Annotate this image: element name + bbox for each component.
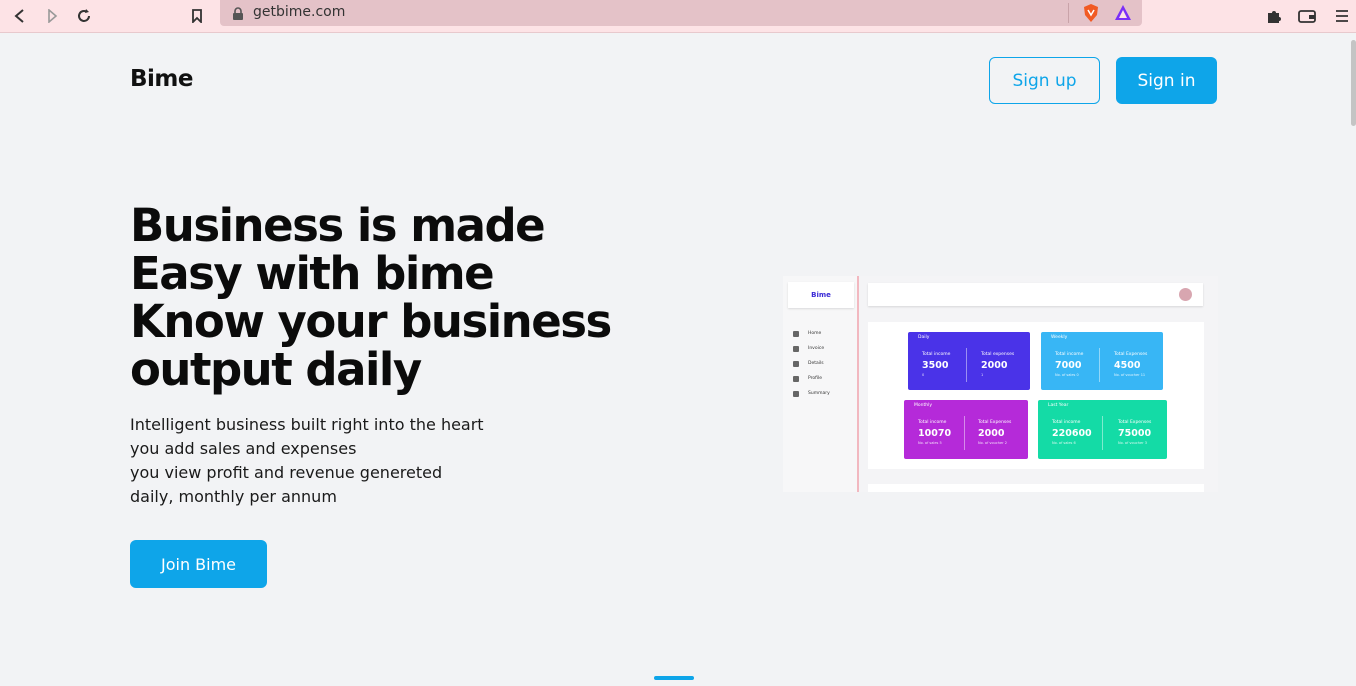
card-value: 4500	[1114, 360, 1141, 371]
lock-icon	[232, 6, 244, 20]
scrollbar[interactable]	[1351, 40, 1356, 126]
card-expenses: Total Expenses 75000 No. of voucher 3	[1118, 420, 1151, 445]
signin-button[interactable]: Sign in	[1116, 57, 1217, 104]
card-income: Total income 220600 No. of sales 6	[1052, 420, 1092, 445]
hero-description-line: you view profit and revenue genereted	[130, 463, 443, 482]
preview-menu-label: Details	[808, 361, 824, 366]
card-label: Total Expenses	[1118, 420, 1152, 425]
avatar	[1179, 288, 1192, 301]
preview-menu-label: Summary	[808, 391, 830, 396]
dashboard-preview-image: Bime Home Invoice Details Profile Summar…	[783, 276, 1218, 492]
reload-icon[interactable]	[72, 4, 96, 28]
card-label: Total income	[1055, 352, 1084, 357]
brave-shield-icon[interactable]	[1082, 3, 1100, 27]
preview-sidebar: Bime Home Invoice Details Profile Summar…	[783, 276, 859, 492]
hero-description-line: daily, monthly per annum	[130, 487, 337, 506]
card-divider	[966, 348, 967, 382]
stat-card-last-year: Last Year Total income 220600 No. of sal…	[1038, 400, 1167, 459]
card-divider	[1102, 416, 1103, 450]
card-title: Weekly	[1051, 335, 1068, 340]
preview-menu-item: Invoice	[793, 341, 830, 356]
card-label: Total Expenses	[1114, 352, 1148, 357]
card-subtext: 1	[981, 373, 984, 377]
card-title: Last Year	[1048, 403, 1069, 408]
preview-menu: Home Invoice Details Profile Summary	[793, 326, 830, 401]
stat-card-weekly: Weekly Total income 7000 No. of sales 0 …	[1041, 332, 1163, 390]
card-subtext: 0	[922, 373, 925, 377]
browser-toolbar: getbime.com	[0, 0, 1356, 33]
preview-cards-panel: Daily Total income 3500 0 Total expenses…	[868, 322, 1204, 469]
preview-menu-label: Invoice	[808, 346, 825, 351]
card-subtext: No. of sales 5	[918, 441, 942, 445]
card-value: 220600	[1052, 428, 1092, 439]
preview-menu-item: Home	[793, 326, 830, 341]
card-income: Total income 3500 0	[922, 352, 950, 377]
card-subtext: No. of voucher 2	[978, 441, 1007, 445]
stat-card-daily: Daily Total income 3500 0 Total expenses…	[908, 332, 1030, 390]
signup-button[interactable]: Sign up	[989, 57, 1100, 104]
hero-description: Intelligent business built right into th…	[130, 413, 484, 509]
forward-arrow-icon[interactable]	[40, 4, 64, 28]
bookmark-icon[interactable]	[185, 4, 209, 28]
card-subtext: No. of sales 0	[1055, 373, 1079, 377]
card-value: 10070	[918, 428, 952, 439]
card-subtext: No. of voucher 3	[1118, 441, 1147, 445]
card-expenses: Total Expenses 4500 No. of voucher 11	[1114, 352, 1147, 377]
summary-icon	[793, 390, 799, 397]
join-bime-button[interactable]: Join Bime	[130, 540, 267, 588]
card-title: Monthly	[914, 403, 933, 408]
preview-menu-label: Profile	[808, 376, 822, 381]
hero-description-line: Intelligent business built right into th…	[130, 415, 484, 434]
card-divider	[1099, 348, 1100, 382]
card-subtext: No. of voucher 11	[1114, 373, 1146, 377]
card-label: Total income	[922, 352, 951, 357]
card-value: 3500	[922, 360, 949, 371]
hero-heading-line: Know your business	[130, 295, 612, 348]
hamburger-menu-icon[interactable]	[1330, 4, 1354, 28]
details-icon	[793, 360, 799, 367]
card-value: 2000	[978, 428, 1005, 439]
preview-topbar	[868, 283, 1203, 306]
preview-logo: Bime	[788, 282, 854, 308]
preview-menu-item: Summary	[793, 386, 830, 401]
card-title: Daily	[918, 335, 930, 340]
hero-heading-line: output daily	[130, 343, 422, 396]
card-label: Total Expenses	[978, 420, 1012, 425]
puzzle-icon[interactable]	[1262, 4, 1286, 28]
wallet-icon[interactable]	[1295, 4, 1319, 28]
preview-menu-label: Home	[808, 331, 822, 336]
card-value: 7000	[1055, 360, 1082, 371]
hero-heading-line: Easy with bime	[130, 247, 495, 300]
url-text[interactable]: getbime.com	[253, 4, 345, 20]
card-label: Total income	[918, 420, 947, 425]
hero-description-line: you add sales and expenses	[130, 439, 357, 458]
preview-bottom-panel	[868, 484, 1204, 492]
invoice-icon	[793, 345, 799, 352]
profile-icon	[793, 375, 799, 382]
card-subtext: No. of sales 6	[1052, 441, 1076, 445]
back-arrow-icon[interactable]	[8, 4, 32, 28]
preview-menu-item: Details	[793, 356, 830, 371]
home-icon	[793, 330, 799, 337]
card-divider	[964, 416, 965, 450]
stat-card-monthly: Monthly Total income 10070 No. of sales …	[904, 400, 1028, 459]
address-bar-divider	[1068, 3, 1069, 23]
card-income: Total income 10070 No. of sales 5	[918, 420, 951, 445]
card-value: 75000	[1118, 428, 1152, 439]
card-value: 2000	[981, 360, 1008, 371]
card-income: Total income 7000 No. of sales 0	[1055, 352, 1083, 377]
card-label: Total expenses	[981, 352, 1015, 357]
preview-menu-item: Profile	[793, 371, 830, 386]
site-logo[interactable]: Bime	[130, 66, 193, 92]
hero-heading: Business is made Easy with bime Know you…	[130, 202, 670, 394]
card-label: Total income	[1052, 420, 1081, 425]
card-expenses: Total Expenses 2000 No. of voucher 2	[978, 420, 1011, 445]
card-expenses: Total expenses 2000 1	[981, 352, 1014, 377]
address-bar[interactable]: getbime.com	[220, 0, 1142, 26]
hero-heading-line: Business is made	[130, 199, 546, 252]
brave-rewards-icon[interactable]	[1114, 4, 1132, 25]
section-indicator[interactable]	[654, 676, 694, 680]
